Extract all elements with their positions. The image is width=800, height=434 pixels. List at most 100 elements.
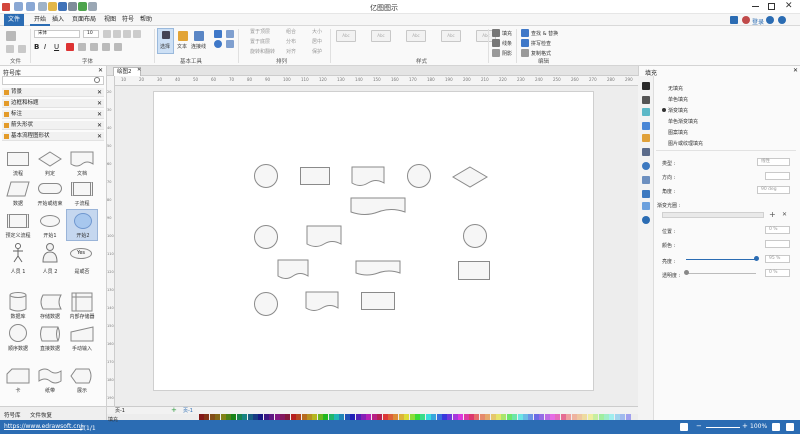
page-tab-dropdown[interactable]: 页-1 — [115, 407, 125, 414]
image-panel-icon[interactable] — [642, 122, 650, 130]
direction-select[interactable] — [765, 172, 790, 180]
canvas-circle-3[interactable] — [254, 225, 278, 249]
category-close-icon[interactable]: ✕ — [97, 110, 102, 119]
style-swatch-2[interactable]: Abc — [371, 30, 391, 42]
cut-icon[interactable] — [6, 45, 14, 53]
shadow-panel-icon[interactable] — [642, 108, 650, 116]
help-icon[interactable] — [778, 16, 786, 24]
add-stop-icon[interactable]: + — [769, 210, 776, 219]
hyperlink-panel-icon[interactable] — [642, 162, 650, 170]
shape-start2[interactable]: 开始2 — [66, 209, 98, 241]
menu-help[interactable]: 帮助 — [136, 14, 156, 26]
shape-person2[interactable]: 人员 2 — [34, 243, 66, 277]
zoom-out-icon[interactable]: − — [696, 422, 702, 430]
panel-close-icon[interactable]: ✕ — [98, 67, 103, 74]
font-color-icon[interactable] — [66, 43, 74, 51]
fill-panel-close-icon[interactable]: ✕ — [793, 67, 798, 74]
zoom-in-icon[interactable]: + — [742, 422, 748, 430]
minimize-icon[interactable] — [752, 6, 759, 7]
italic-icon[interactable]: I — [44, 43, 46, 51]
text-tool-label[interactable]: 文本 — [177, 43, 187, 50]
shape-subprocess[interactable]: 子流程 — [66, 179, 98, 209]
user-icon[interactable] — [742, 16, 750, 24]
note-panel-icon[interactable] — [642, 190, 650, 198]
search-icon[interactable] — [94, 77, 100, 83]
category-close-icon[interactable]: ✕ — [97, 99, 102, 108]
canvas-diamond-1[interactable] — [452, 166, 488, 188]
fill-option-picture[interactable]: 图片或纹理填充 — [668, 140, 703, 147]
font-name-select[interactable]: 宋体 — [34, 30, 80, 38]
shape-document[interactable]: 文档 — [66, 149, 98, 179]
shape-person1[interactable]: 人员 1 — [2, 243, 34, 277]
qa-more-icon[interactable] — [88, 2, 97, 11]
shape-data[interactable]: 数据 — [2, 179, 34, 209]
website-link[interactable]: https://www.edrawsoft.cn/ — [4, 423, 82, 430]
add-page-icon[interactable]: + — [171, 406, 177, 414]
category-arrow-shapes[interactable]: 箭头形状 ✕ — [2, 121, 104, 130]
print-icon[interactable] — [68, 2, 77, 11]
curve-tool-icon[interactable] — [226, 40, 234, 48]
bring-front-button[interactable]: 置于顶层 — [250, 28, 270, 35]
send-back-button[interactable]: 置于底层 — [250, 38, 270, 45]
close-icon[interactable]: ✕ — [785, 1, 793, 11]
canvas-circle-2[interactable] — [407, 164, 431, 188]
search-input[interactable] — [2, 76, 104, 85]
canvas-circle-5[interactable] — [254, 292, 278, 316]
shape-manual-input[interactable]: 手动输入 — [66, 324, 98, 354]
canvas-circle-4[interactable] — [463, 224, 487, 248]
connector-icon[interactable] — [194, 31, 204, 41]
position-input[interactable]: 0 % — [765, 226, 790, 234]
login-link[interactable]: 登录 — [752, 17, 764, 26]
canvas-document-6[interactable] — [305, 291, 339, 313]
menu-page-layout[interactable]: 页面布局 — [68, 14, 100, 26]
category-basic-flowchart[interactable]: 基本流程图形状 ✕ — [2, 132, 104, 141]
style-swatch-3[interactable]: Abc — [406, 30, 426, 42]
category-close-icon[interactable]: ✕ — [97, 121, 102, 130]
line-panel-icon[interactable] — [642, 96, 650, 104]
fill-option-solid[interactable]: 单色填充 — [668, 96, 688, 103]
shape-paper-tape[interactable]: 纸带 — [34, 366, 66, 396]
spell-check-button[interactable]: 拼写检查 — [531, 40, 551, 47]
menu-file[interactable]: 文件 — [4, 14, 25, 26]
center-button[interactable]: 居中 — [312, 38, 322, 45]
redo-icon[interactable] — [26, 2, 35, 11]
comment-panel-icon[interactable] — [642, 202, 650, 210]
export-icon[interactable] — [78, 2, 87, 11]
menu-view[interactable]: 视图 — [100, 14, 120, 26]
save-icon[interactable] — [58, 2, 67, 11]
category-close-icon[interactable]: ✕ — [97, 132, 102, 141]
new-icon[interactable] — [38, 2, 47, 11]
fill-panel-icon[interactable] — [642, 82, 650, 90]
brightness-input[interactable]: 95 % — [765, 255, 790, 263]
fill-button[interactable]: 填充 — [502, 30, 512, 37]
clone-format-button[interactable]: 复制格式 — [531, 50, 551, 57]
tab-symbol-library[interactable]: 符号库 — [4, 411, 21, 419]
share-icon[interactable] — [730, 16, 738, 24]
color-select[interactable] — [765, 240, 790, 248]
font-size-select[interactable]: 10 — [83, 30, 99, 38]
canvas-document-3[interactable] — [306, 225, 342, 249]
fullscreen-icon[interactable] — [786, 423, 794, 431]
canvas-rect-3[interactable] — [361, 292, 395, 310]
shadow-icon[interactable] — [492, 49, 500, 57]
canvas-document-5[interactable] — [355, 260, 401, 278]
shape-direct-data[interactable]: 直接数据 — [34, 324, 66, 354]
zoom-slider[interactable] — [706, 427, 740, 428]
clone-icon[interactable] — [521, 49, 529, 57]
protect-button[interactable]: 保护 — [312, 48, 322, 55]
transparency-slider[interactable] — [686, 273, 756, 274]
canvas-document-1[interactable] — [351, 166, 385, 188]
angle-input[interactable]: 90 deg — [757, 186, 790, 194]
fit-page-icon[interactable] — [772, 423, 780, 431]
line-button[interactable]: 线条 — [502, 40, 512, 47]
category-background[interactable]: 背景 ✕ — [2, 88, 104, 97]
align-left-icon[interactable] — [78, 43, 86, 51]
transparency-input[interactable]: 0 % — [765, 269, 790, 277]
brightness-slider[interactable] — [686, 259, 756, 260]
ellipse-tool-icon[interactable] — [214, 40, 222, 48]
shape-database[interactable]: 数据库 — [2, 292, 34, 322]
shape-predefined[interactable]: 预定义流程 — [2, 211, 34, 241]
shape-decision[interactable]: 判定 — [34, 149, 66, 179]
help-panel-icon[interactable] — [642, 216, 650, 224]
clear-format-icon[interactable] — [123, 30, 131, 38]
